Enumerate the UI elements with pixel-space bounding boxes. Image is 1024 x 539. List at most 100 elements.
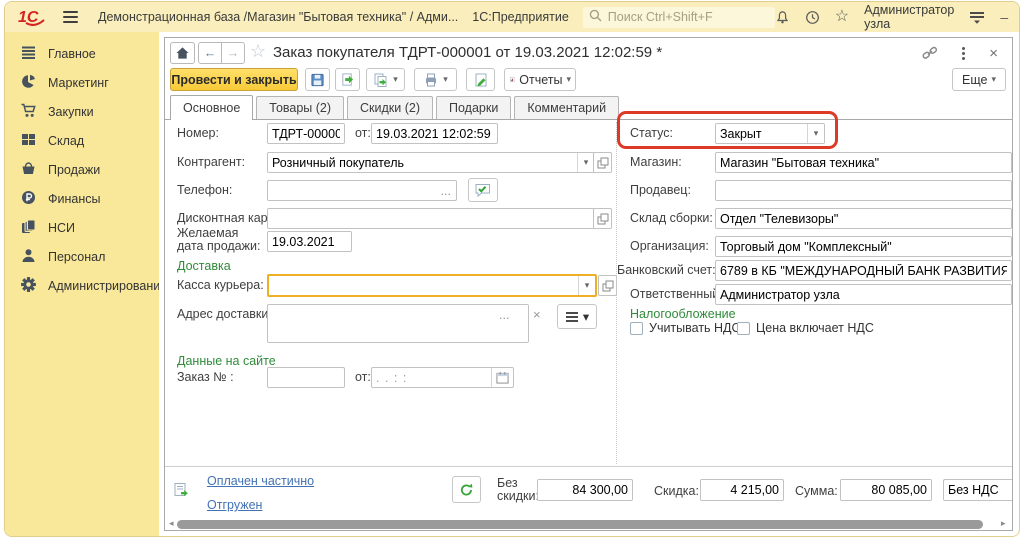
tab-goods[interactable]: Товары (2) xyxy=(256,96,344,119)
main-menu-icon[interactable] xyxy=(63,11,78,23)
organization-input[interactable] xyxy=(715,236,1012,257)
sidebar-item-nsi[interactable]: НСИ xyxy=(5,213,159,242)
service-menu-icon[interactable] xyxy=(969,10,985,24)
refresh-totals-button[interactable] xyxy=(452,476,481,503)
warehouse-label: Склад сборки: xyxy=(630,211,713,225)
responsible-label: Ответственный: xyxy=(630,287,723,301)
caret-down-icon[interactable]: ▾ xyxy=(577,153,594,172)
site-order-input[interactable] xyxy=(267,367,345,388)
counterparty-input[interactable] xyxy=(268,153,577,172)
sidebar-item-marketing[interactable]: Маркетинг xyxy=(5,68,159,97)
reports-button[interactable]: Отчеты ▾ xyxy=(504,68,576,91)
desired-date-input[interactable] xyxy=(267,231,352,252)
more-button[interactable]: Еще ▾ xyxy=(952,68,1006,91)
sum-total-input[interactable] xyxy=(840,479,932,501)
sidebar-item-main[interactable]: Главное xyxy=(5,39,159,68)
status-dropdown[interactable]: ▾ xyxy=(715,123,825,144)
caret-down-icon: ▾ xyxy=(566,74,571,85)
delivery-address-textarea[interactable] xyxy=(267,304,529,343)
form-tabs: Основное Товары (2) Скидки (2) Подарки К… xyxy=(165,95,1012,120)
save-button[interactable] xyxy=(305,68,330,91)
calendar-icon[interactable] xyxy=(491,368,513,387)
number-label: Номер: xyxy=(177,126,219,140)
sidebar-item-administration[interactable]: Администрирование xyxy=(5,271,159,300)
discount-card-input[interactable] xyxy=(267,208,595,229)
post-and-close-button[interactable]: Провести и закрыть xyxy=(170,68,298,91)
close-form-button[interactable]: × xyxy=(989,46,998,61)
more-actions-icon[interactable] xyxy=(962,47,965,60)
get-link-icon[interactable] xyxy=(922,45,938,61)
document-status-icon xyxy=(173,482,189,501)
phone-field[interactable]: ... xyxy=(267,180,457,201)
tab-comment[interactable]: Комментарий xyxy=(514,96,619,119)
print-button[interactable]: ▾ xyxy=(414,68,457,91)
scrollbar-thumb[interactable] xyxy=(177,520,983,529)
courier-cash-field[interactable]: ▾ xyxy=(267,274,597,297)
horizontal-scrollbar[interactable]: ◂ ▸ xyxy=(165,518,1012,531)
document-title: Заказ покупателя ТДРТ-000001 от 19.03.20… xyxy=(273,44,662,61)
shop-input[interactable] xyxy=(715,152,1012,173)
phone-input[interactable] xyxy=(268,181,436,200)
discount-total-input[interactable] xyxy=(700,479,784,501)
caret-down-icon: ▾ xyxy=(393,74,398,85)
discount-card-open-button[interactable] xyxy=(593,208,612,229)
sidebar-item-warehouse[interactable]: Склад xyxy=(5,126,159,155)
favorites-star-icon[interactable]: ☆ xyxy=(835,9,849,25)
address-clear-button[interactable]: × xyxy=(533,307,541,322)
no-discount-total-input[interactable] xyxy=(537,479,633,501)
courier-cash-open-button[interactable] xyxy=(598,275,617,296)
sidebar-item-personnel[interactable]: Персонал xyxy=(5,242,159,271)
ruble-circle-icon xyxy=(21,190,36,208)
main-area: ← → ☆ Заказ покупателя ТДРТ-000001 от 19… xyxy=(159,32,1019,536)
tab-main[interactable]: Основное xyxy=(170,95,253,120)
counterparty-field[interactable]: ▾ xyxy=(267,152,595,173)
vat-checkbox[interactable]: Учитывать НДС xyxy=(630,321,741,335)
warehouse-input[interactable] xyxy=(715,208,1012,229)
price-includes-vat-checkbox[interactable]: Цена включает НДС xyxy=(737,321,874,335)
sidebar-label: Закупки xyxy=(48,105,94,119)
status-input[interactable] xyxy=(716,124,807,143)
home-button[interactable] xyxy=(170,42,195,64)
scroll-right-arrow[interactable]: ▸ xyxy=(1001,518,1006,529)
back-button[interactable]: ← xyxy=(198,42,222,64)
responsible-input[interactable] xyxy=(715,284,1012,305)
search-input[interactable] xyxy=(608,10,769,24)
shipped-link[interactable]: Отгружен xyxy=(207,498,262,512)
sidebar-item-sales[interactable]: Продажи xyxy=(5,155,159,184)
minimize-button[interactable]: – xyxy=(1000,10,1008,24)
checkbox-icon[interactable] xyxy=(737,322,750,335)
tab-discounts[interactable]: Скидки (2) xyxy=(347,96,433,119)
paid-partially-link[interactable]: Оплачен частично xyxy=(207,474,314,488)
1c-logo-icon: 1С xyxy=(17,7,45,27)
number-input[interactable] xyxy=(267,123,345,144)
courier-cash-input[interactable] xyxy=(269,276,578,295)
caret-down-icon[interactable]: ▾ xyxy=(807,124,824,143)
vat-mode-input[interactable] xyxy=(943,479,1013,501)
checkbox-icon[interactable] xyxy=(630,322,643,335)
site-order-date-field[interactable]: . . : : xyxy=(371,367,514,388)
scroll-left-arrow[interactable]: ◂ xyxy=(169,518,174,529)
counterparty-open-button[interactable] xyxy=(593,152,612,173)
forward-button[interactable]: → xyxy=(221,42,245,64)
document-date-input[interactable] xyxy=(371,123,498,144)
delivery-address-label: Адрес доставки: xyxy=(177,307,272,321)
post-document-button[interactable] xyxy=(335,68,360,91)
address-ellipsis-button[interactable]: ... xyxy=(499,308,509,322)
tab-gifts[interactable]: Подарки xyxy=(436,96,511,119)
history-clock-icon[interactable] xyxy=(805,10,820,25)
sidebar-item-purchases[interactable]: Закупки xyxy=(5,97,159,126)
global-search[interactable] xyxy=(583,7,775,28)
sidebar-item-finance[interactable]: Финансы xyxy=(5,184,159,213)
books-icon xyxy=(21,219,36,237)
copy-button[interactable]: ▾ xyxy=(366,68,405,91)
caret-down-icon[interactable]: ▾ xyxy=(578,276,595,295)
seller-input[interactable] xyxy=(715,180,1012,201)
edit-button[interactable] xyxy=(466,68,495,91)
call-message-button[interactable] xyxy=(468,178,498,202)
notifications-bell-icon[interactable] xyxy=(775,10,790,25)
current-user[interactable]: Администратор узла xyxy=(864,3,954,31)
favorite-star-icon[interactable]: ☆ xyxy=(250,41,266,62)
address-menu-button[interactable]: ▾ xyxy=(557,304,597,329)
bank-account-input[interactable] xyxy=(715,260,1012,281)
ellipsis-button[interactable]: ... xyxy=(436,181,456,200)
